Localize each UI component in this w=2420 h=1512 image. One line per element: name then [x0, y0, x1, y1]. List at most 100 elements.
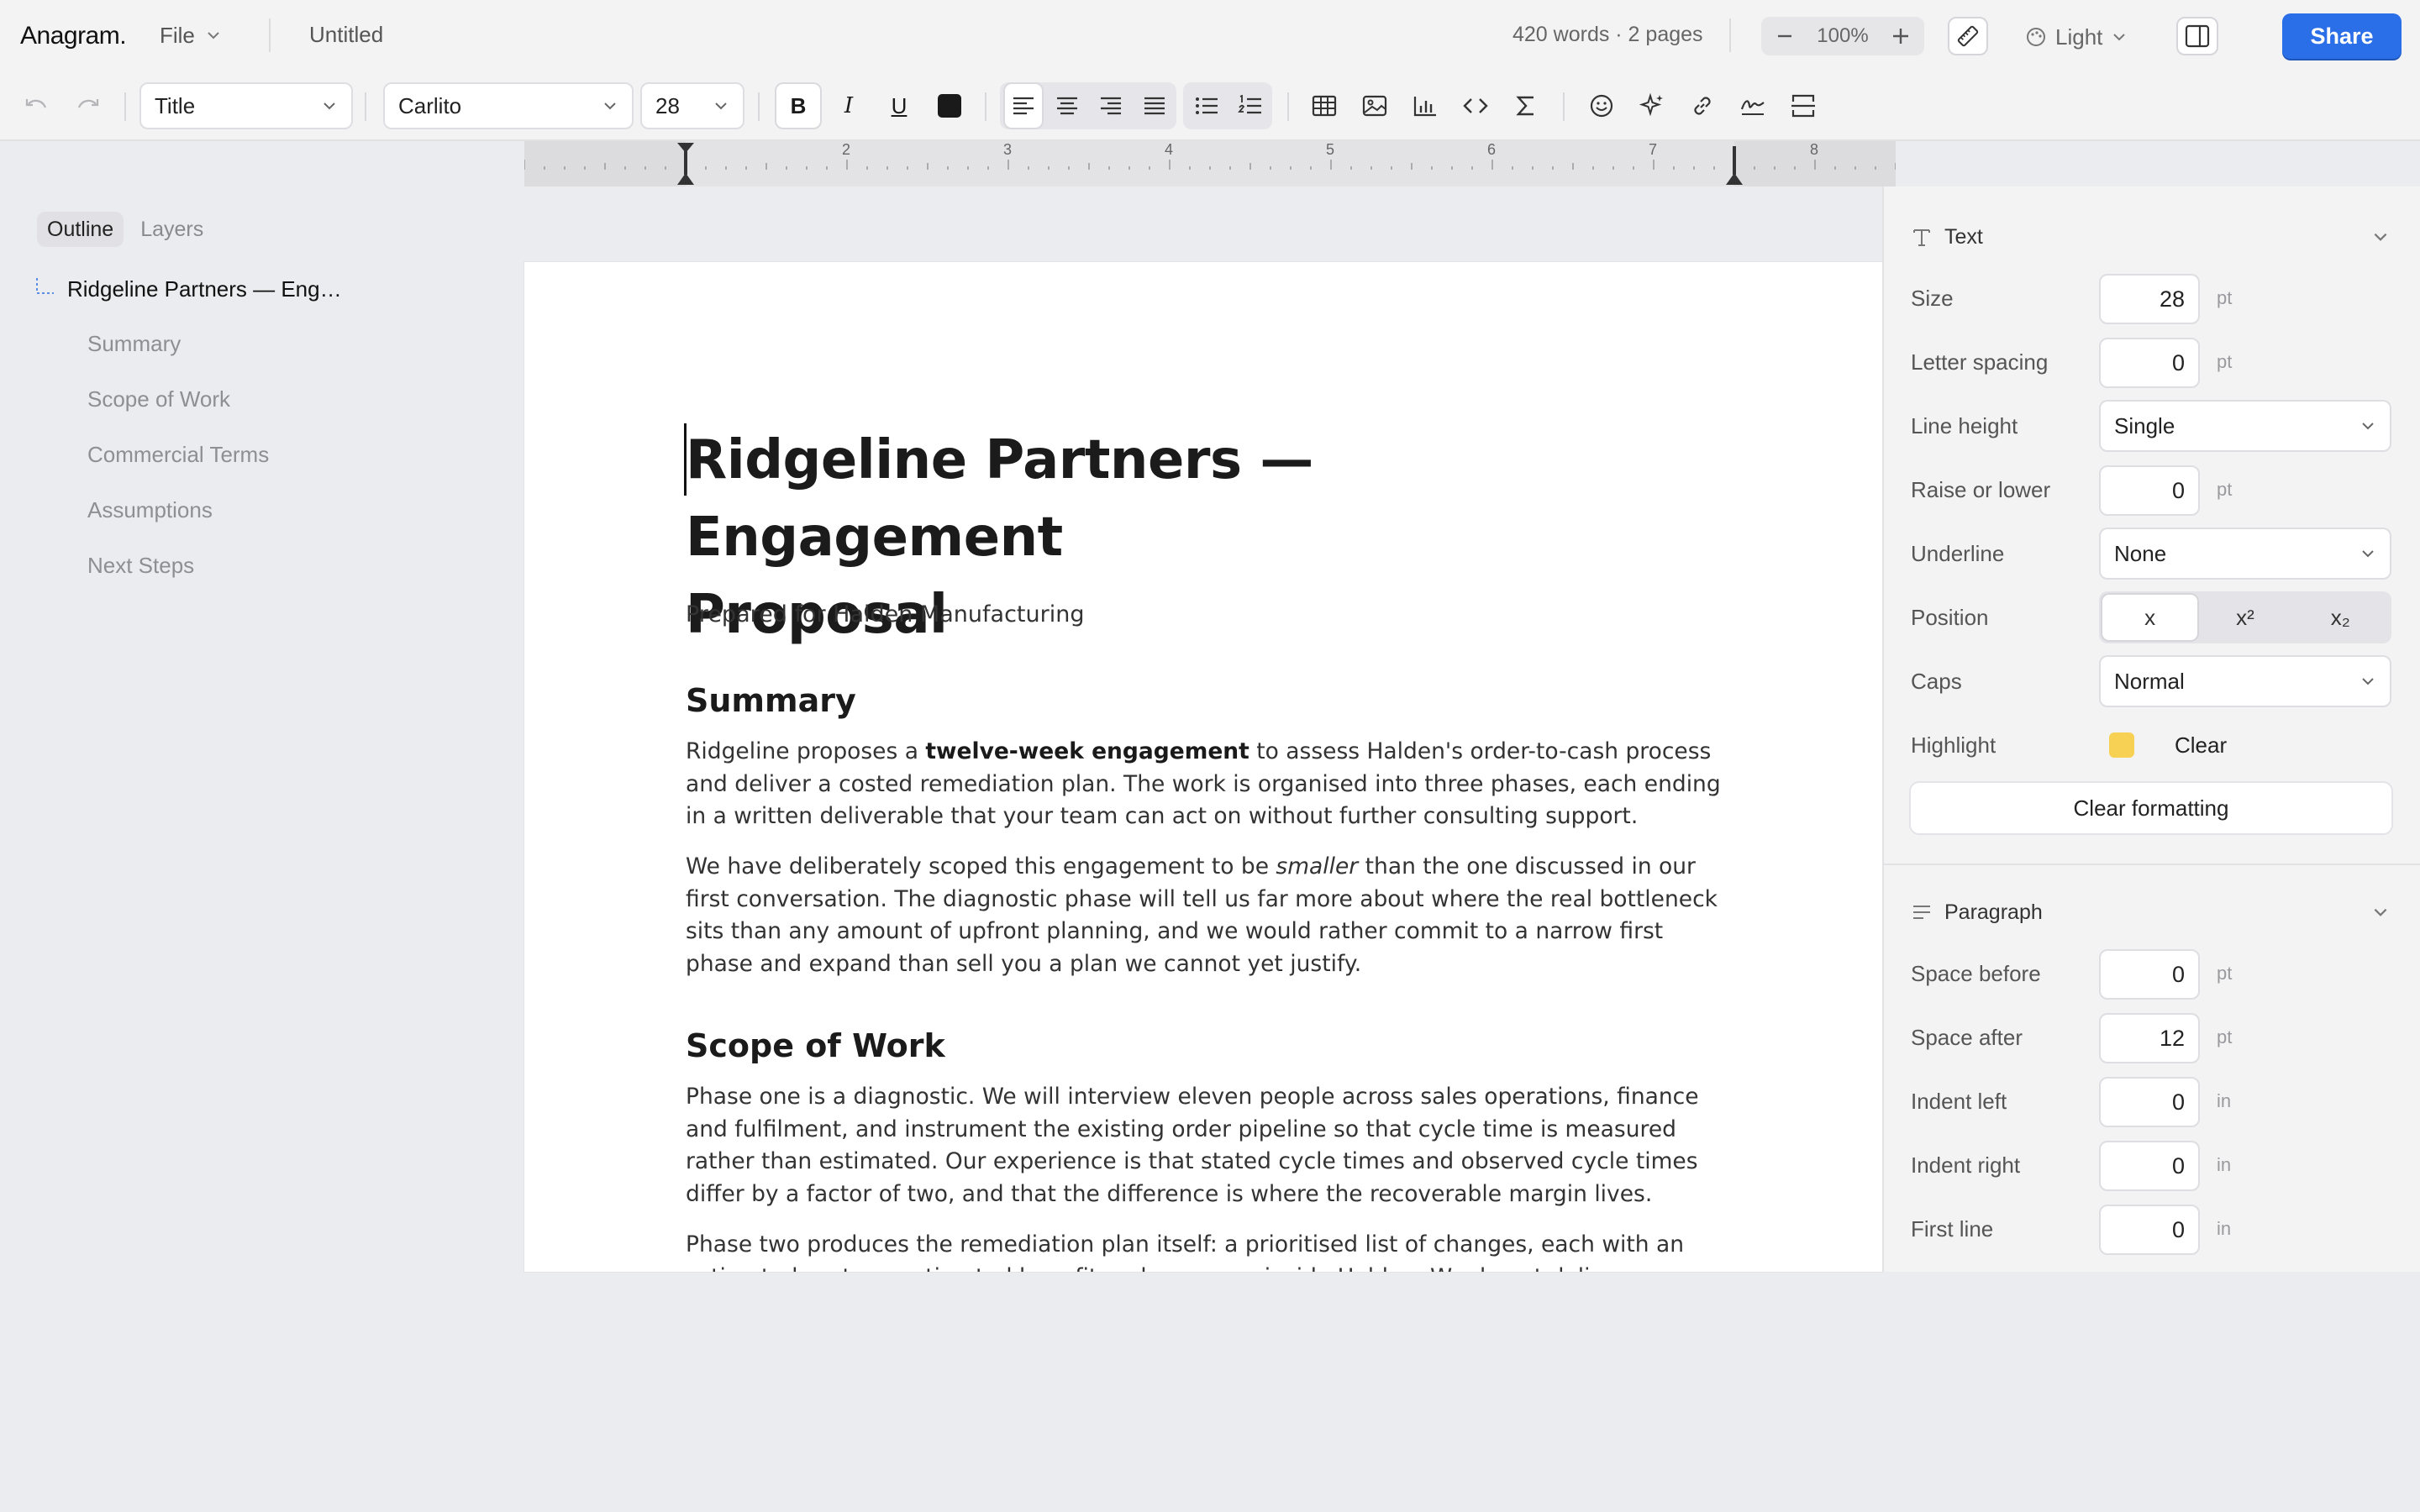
zoom-in-button[interactable]: [1889, 24, 1912, 48]
section-title: Text: [1944, 224, 1983, 249]
space-after-unit: pt: [2217, 1026, 2233, 1047]
document-title[interactable]: Untitled: [309, 22, 383, 48]
insert-image-button[interactable]: [1356, 84, 1393, 128]
zoom-out-button[interactable]: [1773, 24, 1797, 48]
tab-layers[interactable]: Layers: [130, 212, 213, 247]
caps-select[interactable]: Normal: [2099, 655, 2391, 707]
text-section-header[interactable]: Text: [1911, 218, 2390, 255]
align-center-button[interactable]: [1049, 84, 1086, 128]
indent-right-label: Indent right: [1911, 1152, 2021, 1178]
divider: [269, 18, 271, 52]
font-size-select[interactable]: 28: [640, 82, 744, 129]
ruler-toggle-button[interactable]: [1948, 17, 1988, 55]
chart-icon: [1413, 97, 1436, 117]
align-left-button[interactable]: [1005, 84, 1042, 128]
outline-item-commercial-terms[interactable]: Commercial Terms: [87, 442, 269, 468]
summary-paragraph-1[interactable]: Ridgeline proposes a twelve-week engagem…: [686, 736, 1728, 833]
scope-paragraph-1[interactable]: Phase one is a diagnostic. We will inter…: [686, 1081, 1728, 1210]
numbered-list-button[interactable]: [1232, 84, 1269, 128]
underline-button[interactable]: U: [879, 84, 919, 128]
horizontal-ruler[interactable]: 2 3 4 5 6 7 8: [524, 141, 1896, 186]
align-right-icon: [1101, 97, 1121, 115]
insert-table-button[interactable]: [1306, 84, 1343, 128]
size-input[interactable]: 28: [2099, 274, 2200, 324]
position-normal-option[interactable]: x: [2102, 595, 2198, 640]
top-bar: Anagram. File Untitled 420 words · 2 pag…: [0, 0, 2420, 71]
bullet-list-button[interactable]: [1188, 84, 1225, 128]
highlight-swatch[interactable]: [2109, 732, 2134, 758]
summary-paragraph-2[interactable]: We have deliberately scoped this engagem…: [686, 851, 1728, 980]
font-select[interactable]: Carlito: [383, 82, 634, 129]
section-title: Paragraph: [1944, 900, 2043, 924]
indent-right-input[interactable]: 0: [2099, 1141, 2200, 1191]
insert-link-button[interactable]: [1684, 84, 1721, 128]
ruler-ticks: [524, 141, 1896, 186]
paragraph-section-header[interactable]: Paragraph: [1911, 894, 2390, 931]
clear-formatting-button[interactable]: Clear formatting: [1909, 781, 2393, 835]
insert-signature-button[interactable]: [1734, 84, 1771, 128]
style-select[interactable]: Title: [139, 82, 353, 129]
insert-equation-button[interactable]: [1507, 84, 1544, 128]
plus-icon: [1892, 29, 1908, 44]
letter-spacing-input[interactable]: 0: [2099, 338, 2200, 388]
left-indent-marker[interactable]: [676, 143, 696, 186]
raise-lower-input[interactable]: 0: [2099, 465, 2200, 516]
bold-button[interactable]: B: [776, 84, 820, 128]
indent-left-unit: in: [2217, 1090, 2232, 1111]
align-justify-button[interactable]: [1136, 84, 1173, 128]
insert-emoji-button[interactable]: [1583, 84, 1620, 128]
raise-lower-label: Raise or lower: [1911, 477, 2051, 502]
redo-icon: [77, 99, 99, 108]
chevron-down-icon: [2362, 678, 2374, 685]
right-indent-marker[interactable]: [1724, 143, 1744, 186]
align-right-button[interactable]: [1092, 84, 1129, 128]
page-break-button[interactable]: [1785, 84, 1822, 128]
insert-chart-button[interactable]: [1407, 84, 1444, 128]
panel-toggle-button[interactable]: [2176, 17, 2218, 55]
divider: [1287, 92, 1289, 121]
underline-select[interactable]: None: [2099, 528, 2391, 580]
redo-button[interactable]: [71, 84, 104, 128]
document-subtitle[interactable]: Prepared for Halden Manufacturing: [686, 601, 1084, 627]
divider: [985, 92, 986, 121]
ai-assist-button[interactable]: [1634, 84, 1670, 128]
caps-label: Caps: [1911, 669, 1962, 694]
line-height-value: Single: [2114, 412, 2175, 438]
text-color-button[interactable]: [929, 84, 970, 128]
first-line-unit: in: [2217, 1218, 2232, 1239]
bullet-list-icon: [1196, 97, 1218, 114]
page-break-icon: [1791, 94, 1815, 118]
share-button[interactable]: Share: [2282, 13, 2402, 59]
outline-item-summary[interactable]: Summary: [87, 331, 181, 357]
line-height-label: Line height: [1911, 413, 2018, 438]
space-after-input[interactable]: 12: [2099, 1013, 2200, 1063]
undo-button[interactable]: [20, 84, 54, 128]
line-height-select[interactable]: Single: [2099, 400, 2391, 452]
position-superscript-option[interactable]: x²: [2197, 595, 2292, 640]
underline-icon: U: [891, 92, 908, 118]
app-logo: Anagram.: [20, 22, 127, 50]
file-menu[interactable]: File: [160, 18, 222, 52]
scope-paragraph-2[interactable]: Phase two produces the remediation plan …: [686, 1229, 1728, 1272]
underline-value: None: [2114, 540, 2167, 566]
tab-outline[interactable]: Outline: [37, 212, 124, 247]
outline-item-assumptions[interactable]: Assumptions: [87, 497, 213, 523]
heading-summary[interactable]: Summary: [686, 682, 856, 719]
space-before-input[interactable]: 0: [2099, 949, 2200, 1000]
highlight-clear-button[interactable]: Clear: [2175, 732, 2227, 759]
image-icon: [1362, 95, 1387, 117]
align-center-icon: [1057, 97, 1077, 115]
position-subscript-option[interactable]: x₂: [2293, 595, 2388, 640]
heading-scope-of-work[interactable]: Scope of Work: [686, 1027, 945, 1064]
signature-icon: [1740, 100, 1765, 115]
italic-button[interactable]: I: [829, 84, 869, 128]
theme-menu[interactable]: Light: [2025, 20, 2128, 54]
document-page[interactable]: Ridgeline Partners — Engagement Proposal…: [524, 262, 1882, 1272]
outline-item-title[interactable]: Ridgeline Partners — Eng…: [34, 270, 342, 307]
outline-item-next-steps[interactable]: Next Steps: [87, 553, 194, 579]
first-line-input[interactable]: 0: [2099, 1205, 2200, 1255]
insert-code-button[interactable]: [1457, 84, 1494, 128]
indent-left-input[interactable]: 0: [2099, 1077, 2200, 1127]
outline-item-scope-of-work[interactable]: Scope of Work: [87, 386, 230, 412]
chevron-down-icon: [2113, 34, 2126, 41]
